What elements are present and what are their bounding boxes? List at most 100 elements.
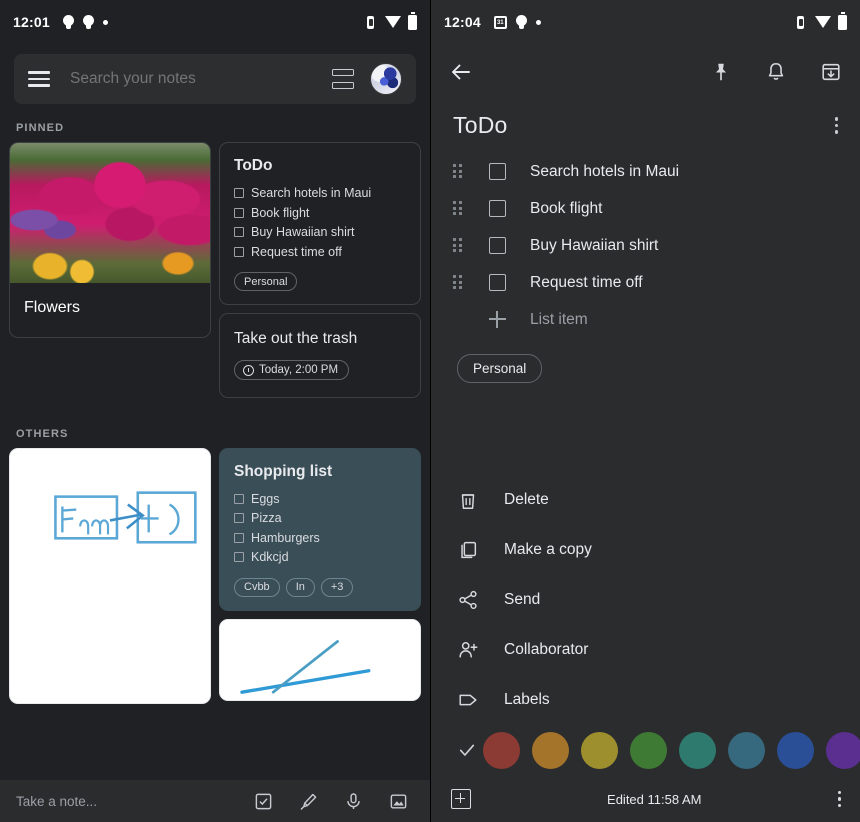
take-a-note-input[interactable]: Take a note... xyxy=(16,794,254,809)
vibrate-icon xyxy=(363,15,378,29)
status-bar-notification-icons: 31 xyxy=(493,15,541,29)
bell-icon[interactable] xyxy=(765,61,787,83)
menu-item-send[interactable]: Send xyxy=(431,575,860,625)
color-swatch-5[interactable] xyxy=(728,731,765,769)
note-labels: Personal xyxy=(431,338,860,383)
table-row[interactable]: Buy Hawaiian shirt xyxy=(431,227,860,264)
table-row[interactable]: Book flight xyxy=(431,190,860,227)
list-item: Kdkcjd xyxy=(234,549,406,566)
note-color-picker xyxy=(431,726,860,774)
calendar-icon: 31 xyxy=(493,15,507,29)
checkbox-icon[interactable] xyxy=(234,227,244,237)
add-list-item-row[interactable]: List item xyxy=(431,301,860,338)
menu-item-label: Labels xyxy=(504,691,550,708)
drag-handle-icon[interactable] xyxy=(453,164,464,179)
note-card-drawing-1[interactable] xyxy=(9,447,211,704)
pin-icon[interactable] xyxy=(710,61,732,83)
checkbox-icon[interactable] xyxy=(234,246,244,257)
color-swatch-6[interactable] xyxy=(777,731,814,769)
avatar[interactable] xyxy=(370,63,402,95)
color-swatch-2[interactable] xyxy=(581,731,618,769)
back-arrow-icon[interactable] xyxy=(449,60,473,84)
note-labels: Personal xyxy=(234,272,406,291)
note-labels: Cvbb In +3 xyxy=(234,577,406,597)
share-icon xyxy=(459,590,477,610)
color-swatch-1[interactable] xyxy=(532,731,569,769)
reminder-chip[interactable]: Today, 2:00 PM xyxy=(234,360,350,380)
drag-handle-icon[interactable] xyxy=(453,275,464,290)
menu-item-collaborator[interactable]: Collaborator xyxy=(431,625,860,675)
checklist-item-label: Book flight xyxy=(530,199,603,217)
new-drawing-icon[interactable] xyxy=(299,792,318,811)
new-list-icon[interactable] xyxy=(254,792,273,811)
list-item: Pizza xyxy=(234,510,406,527)
search-bar[interactable] xyxy=(14,54,416,104)
color-swatch-0[interactable] xyxy=(483,731,520,769)
note-toolbar xyxy=(431,44,860,100)
label-chip[interactable]: Personal xyxy=(457,354,543,383)
checkbox-icon[interactable] xyxy=(489,163,506,180)
note-card-flowers[interactable]: Flowers xyxy=(9,142,211,338)
label-chip-overflow[interactable]: +3 xyxy=(320,577,354,597)
new-image-note-icon[interactable] xyxy=(389,792,408,811)
plus-icon[interactable] xyxy=(489,311,506,328)
list-item: Eggs xyxy=(234,491,406,508)
checkbox-icon[interactable] xyxy=(234,188,244,198)
color-swatch-3[interactable] xyxy=(630,731,667,769)
menu-item-delete[interactable]: Delete xyxy=(431,475,860,525)
list-item-label: Eggs xyxy=(251,491,280,506)
search-input[interactable] xyxy=(70,70,332,88)
note-card-todo[interactable]: ToDo Search hotels in Maui Book flight B… xyxy=(219,142,421,305)
edited-timestamp: Edited 11:58 AM xyxy=(607,791,702,807)
checkbox-icon[interactable] xyxy=(234,493,244,504)
wifi-icon xyxy=(815,16,831,28)
note-detail-screen: 12:04 31 ToDo Search hotels in Maui Book… xyxy=(430,0,860,822)
others-section-label: OTHERS xyxy=(16,427,69,440)
note-card-reminder[interactable]: Take out the trash Today, 2:00 PM xyxy=(219,313,421,398)
status-bar-system-icons xyxy=(363,12,417,30)
list-view-icon[interactable] xyxy=(332,69,354,89)
list-item: Request time off xyxy=(234,244,406,261)
label-chip[interactable]: Personal xyxy=(234,272,298,291)
notes-list-screen: 12:01 PINNED Flowers xyxy=(0,0,430,822)
table-row[interactable]: Search hotels in Maui xyxy=(431,153,860,190)
list-item-label: Request time off xyxy=(251,244,342,259)
checkbox-icon[interactable] xyxy=(234,532,244,543)
kebab-menu-icon[interactable] xyxy=(837,790,841,808)
new-voice-note-icon[interactable] xyxy=(344,792,363,811)
note-card-drawing-2[interactable] xyxy=(219,618,421,701)
archive-icon[interactable] xyxy=(820,61,842,83)
menu-item-make-a-copy[interactable]: Make a copy xyxy=(431,525,860,575)
checkbox-icon[interactable] xyxy=(234,207,244,218)
checkbox-icon[interactable] xyxy=(489,237,506,254)
status-bar-system-icons xyxy=(793,12,847,30)
add-box-icon[interactable] xyxy=(451,789,471,809)
note-title: ToDo xyxy=(234,157,273,174)
checkbox-icon[interactable] xyxy=(234,513,244,523)
checkbox-icon[interactable] xyxy=(234,552,244,562)
clock-icon xyxy=(243,364,254,376)
menu-item-labels[interactable]: Labels xyxy=(431,675,860,725)
check-icon[interactable] xyxy=(451,740,483,760)
hamburger-icon[interactable] xyxy=(28,71,50,87)
status-bar-right: 12:04 31 xyxy=(431,0,860,44)
status-bar-left: 12:01 xyxy=(0,0,430,44)
color-swatch-4[interactable] xyxy=(679,731,716,769)
kebab-menu-icon[interactable] xyxy=(831,113,843,138)
bulb-icon xyxy=(82,15,94,29)
list-item-label: Buy Hawaiian shirt xyxy=(251,225,355,239)
note-card-shopping[interactable]: Shopping list Eggs Pizza Hamburgers Kdkc… xyxy=(219,447,421,611)
table-row[interactable]: Request time off xyxy=(431,264,860,301)
page-title[interactable]: ToDo xyxy=(453,112,508,139)
vibrate-icon xyxy=(793,15,808,29)
drag-handle-icon[interactable] xyxy=(453,201,464,216)
checkbox-icon[interactable] xyxy=(489,274,506,291)
pinned-section-label: PINNED xyxy=(16,122,65,134)
label-chip[interactable]: In xyxy=(285,577,315,597)
compose-actions xyxy=(254,792,408,811)
checkbox-icon[interactable] xyxy=(489,200,506,217)
reminder-label: Today, 2:00 PM xyxy=(259,364,339,376)
color-swatch-7[interactable] xyxy=(826,731,860,769)
drag-handle-icon[interactable] xyxy=(453,238,464,253)
label-chip[interactable]: Cvbb xyxy=(234,577,280,597)
